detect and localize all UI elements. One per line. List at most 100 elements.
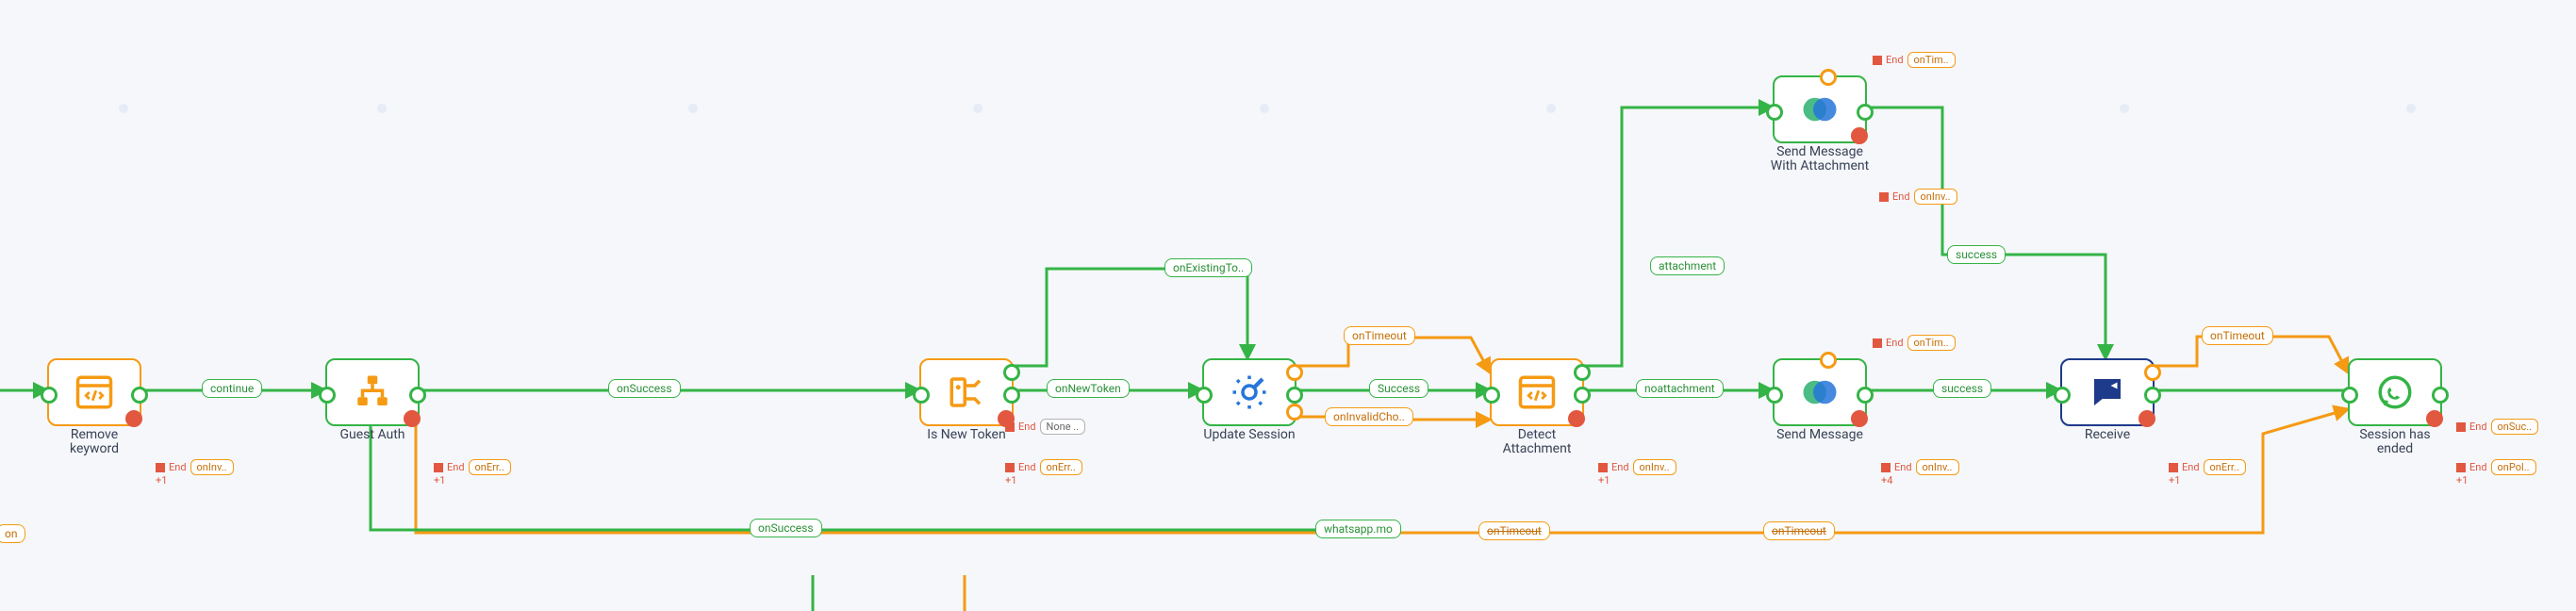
port-err[interactable] xyxy=(1568,410,1585,427)
node-send-message-attachment[interactable]: Send MessageWith Attachment xyxy=(1773,75,1867,143)
node-label: Session hasended xyxy=(2359,428,2430,457)
code-window-icon xyxy=(74,372,114,412)
port-in[interactable] xyxy=(319,387,336,404)
port-in[interactable] xyxy=(2054,387,2071,404)
badge-sm-top: End onTim.. xyxy=(1873,335,1956,351)
port-out-invalid[interactable] xyxy=(1286,404,1303,421)
port-in[interactable] xyxy=(1483,387,1500,404)
badge-sma-bot: End onInv.. xyxy=(1879,189,1957,205)
stop-icon xyxy=(1005,422,1015,432)
node-label: Removekeyword xyxy=(70,428,119,457)
stop-icon xyxy=(156,463,165,472)
badge-remove-keyword: End onInv.. xyxy=(156,459,234,475)
badge-session-plus: +1 xyxy=(2456,474,2468,487)
stop-icon xyxy=(1873,56,1882,65)
edge-label-onnewtoken: onNewToken xyxy=(1047,379,1130,398)
node-label: Is New Token xyxy=(927,428,1005,442)
port-out[interactable] xyxy=(1286,387,1303,404)
stop-icon xyxy=(1881,463,1891,472)
code-window-icon xyxy=(1517,372,1557,412)
edge-label-ontimeout: onTimeout xyxy=(1344,326,1415,345)
port-out[interactable] xyxy=(2432,387,2449,404)
flow-canvas[interactable]: Removekeyword End onInv.. +1 Guest Auth … xyxy=(0,0,2576,611)
node-is-new-token[interactable]: Is New Token xyxy=(919,358,1014,426)
node-detect-attachment[interactable]: DetectAttachment xyxy=(1490,358,1584,426)
port-out-2[interactable] xyxy=(1574,364,1591,381)
stop-icon xyxy=(2456,422,2466,432)
switch-icon xyxy=(947,372,986,412)
node-remove-keyword[interactable]: Removekeyword xyxy=(47,358,141,426)
port-out[interactable] xyxy=(131,387,148,404)
port-in[interactable] xyxy=(913,387,930,404)
port-out[interactable] xyxy=(2144,387,2161,404)
port-out-timeout[interactable] xyxy=(1286,364,1303,381)
edge-label-success-msg: success xyxy=(1933,379,1991,398)
edge-label-ontimeout-recv: onTimeout xyxy=(2202,326,2273,345)
badge-sma-top: End onTim.. xyxy=(1873,52,1956,68)
node-update-session[interactable]: Update Session xyxy=(1202,358,1296,426)
port-top[interactable] xyxy=(1820,352,1837,369)
port-err[interactable] xyxy=(125,410,142,427)
node-receive[interactable]: Receive xyxy=(2060,358,2155,426)
badge-detect-plus: +1 xyxy=(1598,474,1610,487)
port-out[interactable] xyxy=(1857,387,1874,404)
edge-label-success-attach: success xyxy=(1947,245,2006,264)
stop-icon xyxy=(1873,339,1882,348)
edge-label-on: on xyxy=(0,524,25,543)
edge-label-whatsapp: whatsapp.mo xyxy=(1315,520,1401,538)
stop-icon xyxy=(2169,463,2178,472)
edge-label-oninvalid: onInvalidCho.. xyxy=(1325,407,1413,426)
hierarchy-icon xyxy=(353,372,392,412)
node-guest-auth[interactable]: Guest Auth xyxy=(325,358,420,426)
port-out[interactable] xyxy=(1003,387,1020,404)
badge-sm-bot: End onInv.. xyxy=(1881,459,1959,475)
stop-icon xyxy=(1598,463,1608,472)
edge-label-ontimeout-b2: onTimeout xyxy=(1763,521,1835,540)
node-label: Update Session xyxy=(1203,428,1295,442)
port-in[interactable] xyxy=(1766,104,1783,121)
port-out[interactable] xyxy=(1574,387,1591,404)
stop-icon xyxy=(2456,463,2466,472)
port-err[interactable] xyxy=(2426,410,2443,427)
badge-guest-auth: End onErr.. xyxy=(434,459,511,475)
stop-icon xyxy=(1879,192,1889,202)
port-err[interactable] xyxy=(404,410,421,427)
chat-bubble-icon xyxy=(2088,372,2127,412)
badge-isnew-plus: +1 xyxy=(1005,474,1016,487)
badge-remove-keyword-plus: +1 xyxy=(156,474,167,487)
badge-session-bot: End onPol.. xyxy=(2456,459,2536,475)
port-err[interactable] xyxy=(1851,127,1868,144)
edge-label-onsuccess: onSuccess xyxy=(608,379,681,398)
port-out[interactable] xyxy=(409,387,426,404)
node-label: DetectAttachment xyxy=(1503,428,1572,457)
webex-icon xyxy=(1800,372,1840,412)
port-top[interactable] xyxy=(1820,69,1837,86)
node-send-message[interactable]: Send Message xyxy=(1773,358,1867,426)
port-in[interactable] xyxy=(41,387,58,404)
port-out-timeout[interactable] xyxy=(2144,364,2161,381)
badge-detect: End onInv.. xyxy=(1598,459,1676,475)
badge-sm-plus: +4 xyxy=(1881,474,1892,487)
badge-isnew-err: End onErr.. xyxy=(1005,459,1082,475)
port-in[interactable] xyxy=(1196,387,1213,404)
node-session-ended[interactable]: Session hasended xyxy=(2348,358,2442,426)
port-err[interactable] xyxy=(2138,410,2155,427)
edge-label-ontimeout-b1: onTimeout xyxy=(1478,521,1550,540)
badge-guest-auth-plus: +1 xyxy=(434,474,445,487)
port-err[interactable] xyxy=(1851,410,1868,427)
badge-session-top: End onSuc.. xyxy=(2456,419,2538,435)
port-in[interactable] xyxy=(1766,387,1783,404)
webex-icon xyxy=(1800,90,1840,129)
edge-label-onsuccess-b: onSuccess xyxy=(750,519,822,537)
node-label: Guest Auth xyxy=(339,428,405,442)
stop-icon xyxy=(434,463,443,472)
edge-label-noattachment: noattachment xyxy=(1636,379,1724,398)
node-label: Send Message xyxy=(1776,428,1863,442)
stop-icon xyxy=(1005,463,1015,472)
port-in[interactable] xyxy=(2341,387,2358,404)
gear-wrench-icon xyxy=(1230,372,1269,412)
badge-receive: End onErr.. xyxy=(2169,459,2246,475)
edge-label-continue: continue xyxy=(202,379,262,398)
port-out[interactable] xyxy=(1857,104,1874,121)
port-out-2[interactable] xyxy=(1003,364,1020,381)
